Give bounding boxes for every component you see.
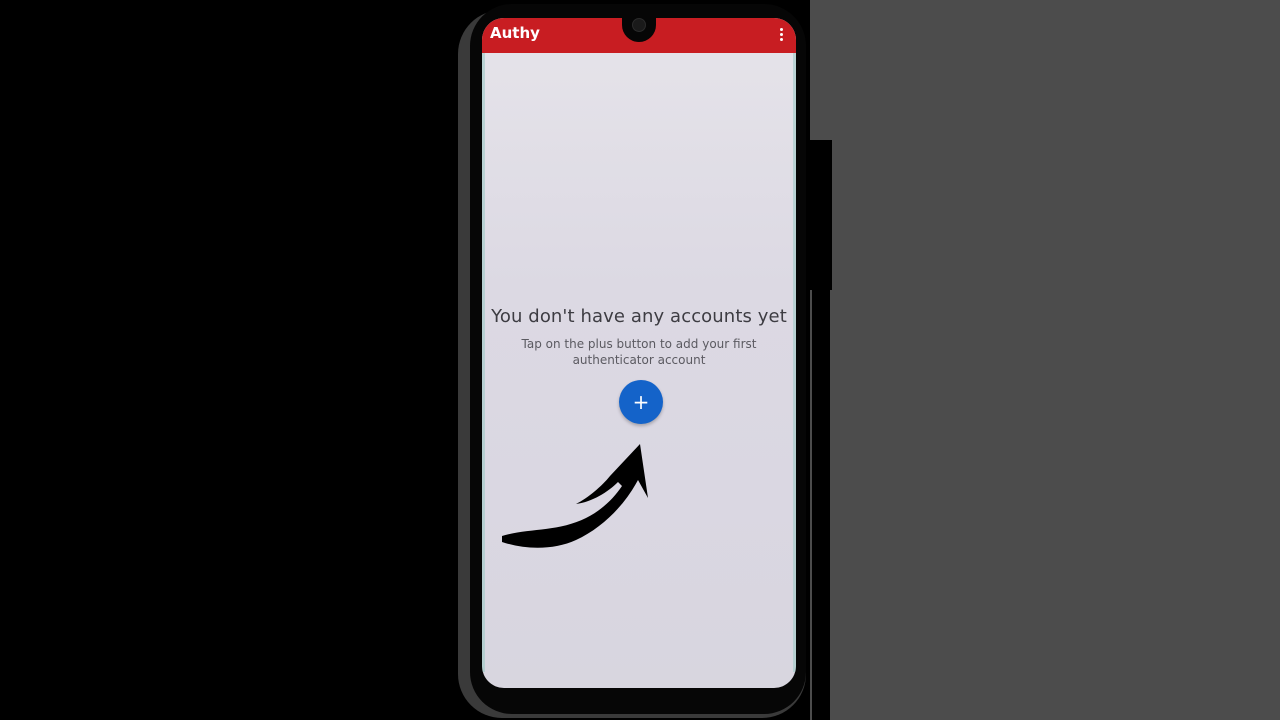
background-strip (810, 140, 832, 290)
screen-edge (482, 52, 485, 672)
curved-arrow-icon (502, 444, 648, 548)
background-panel (810, 0, 1280, 720)
plus-icon: + (632, 390, 650, 414)
camera-icon (632, 18, 646, 32)
add-account-button[interactable]: + (619, 380, 663, 424)
more-vert-icon[interactable] (774, 24, 788, 44)
empty-state-subtitle: Tap on the plus button to add your first… (521, 337, 757, 367)
empty-state-title: You don't have any accounts yet (491, 306, 787, 327)
phone-screen: Authy You don't have any accounts yet Ta… (482, 18, 796, 688)
screenshot-stage: Authy You don't have any accounts yet Ta… (0, 0, 1280, 720)
background-strip (812, 290, 830, 720)
screen-edge (793, 52, 796, 672)
app-title: Authy (490, 24, 540, 42)
